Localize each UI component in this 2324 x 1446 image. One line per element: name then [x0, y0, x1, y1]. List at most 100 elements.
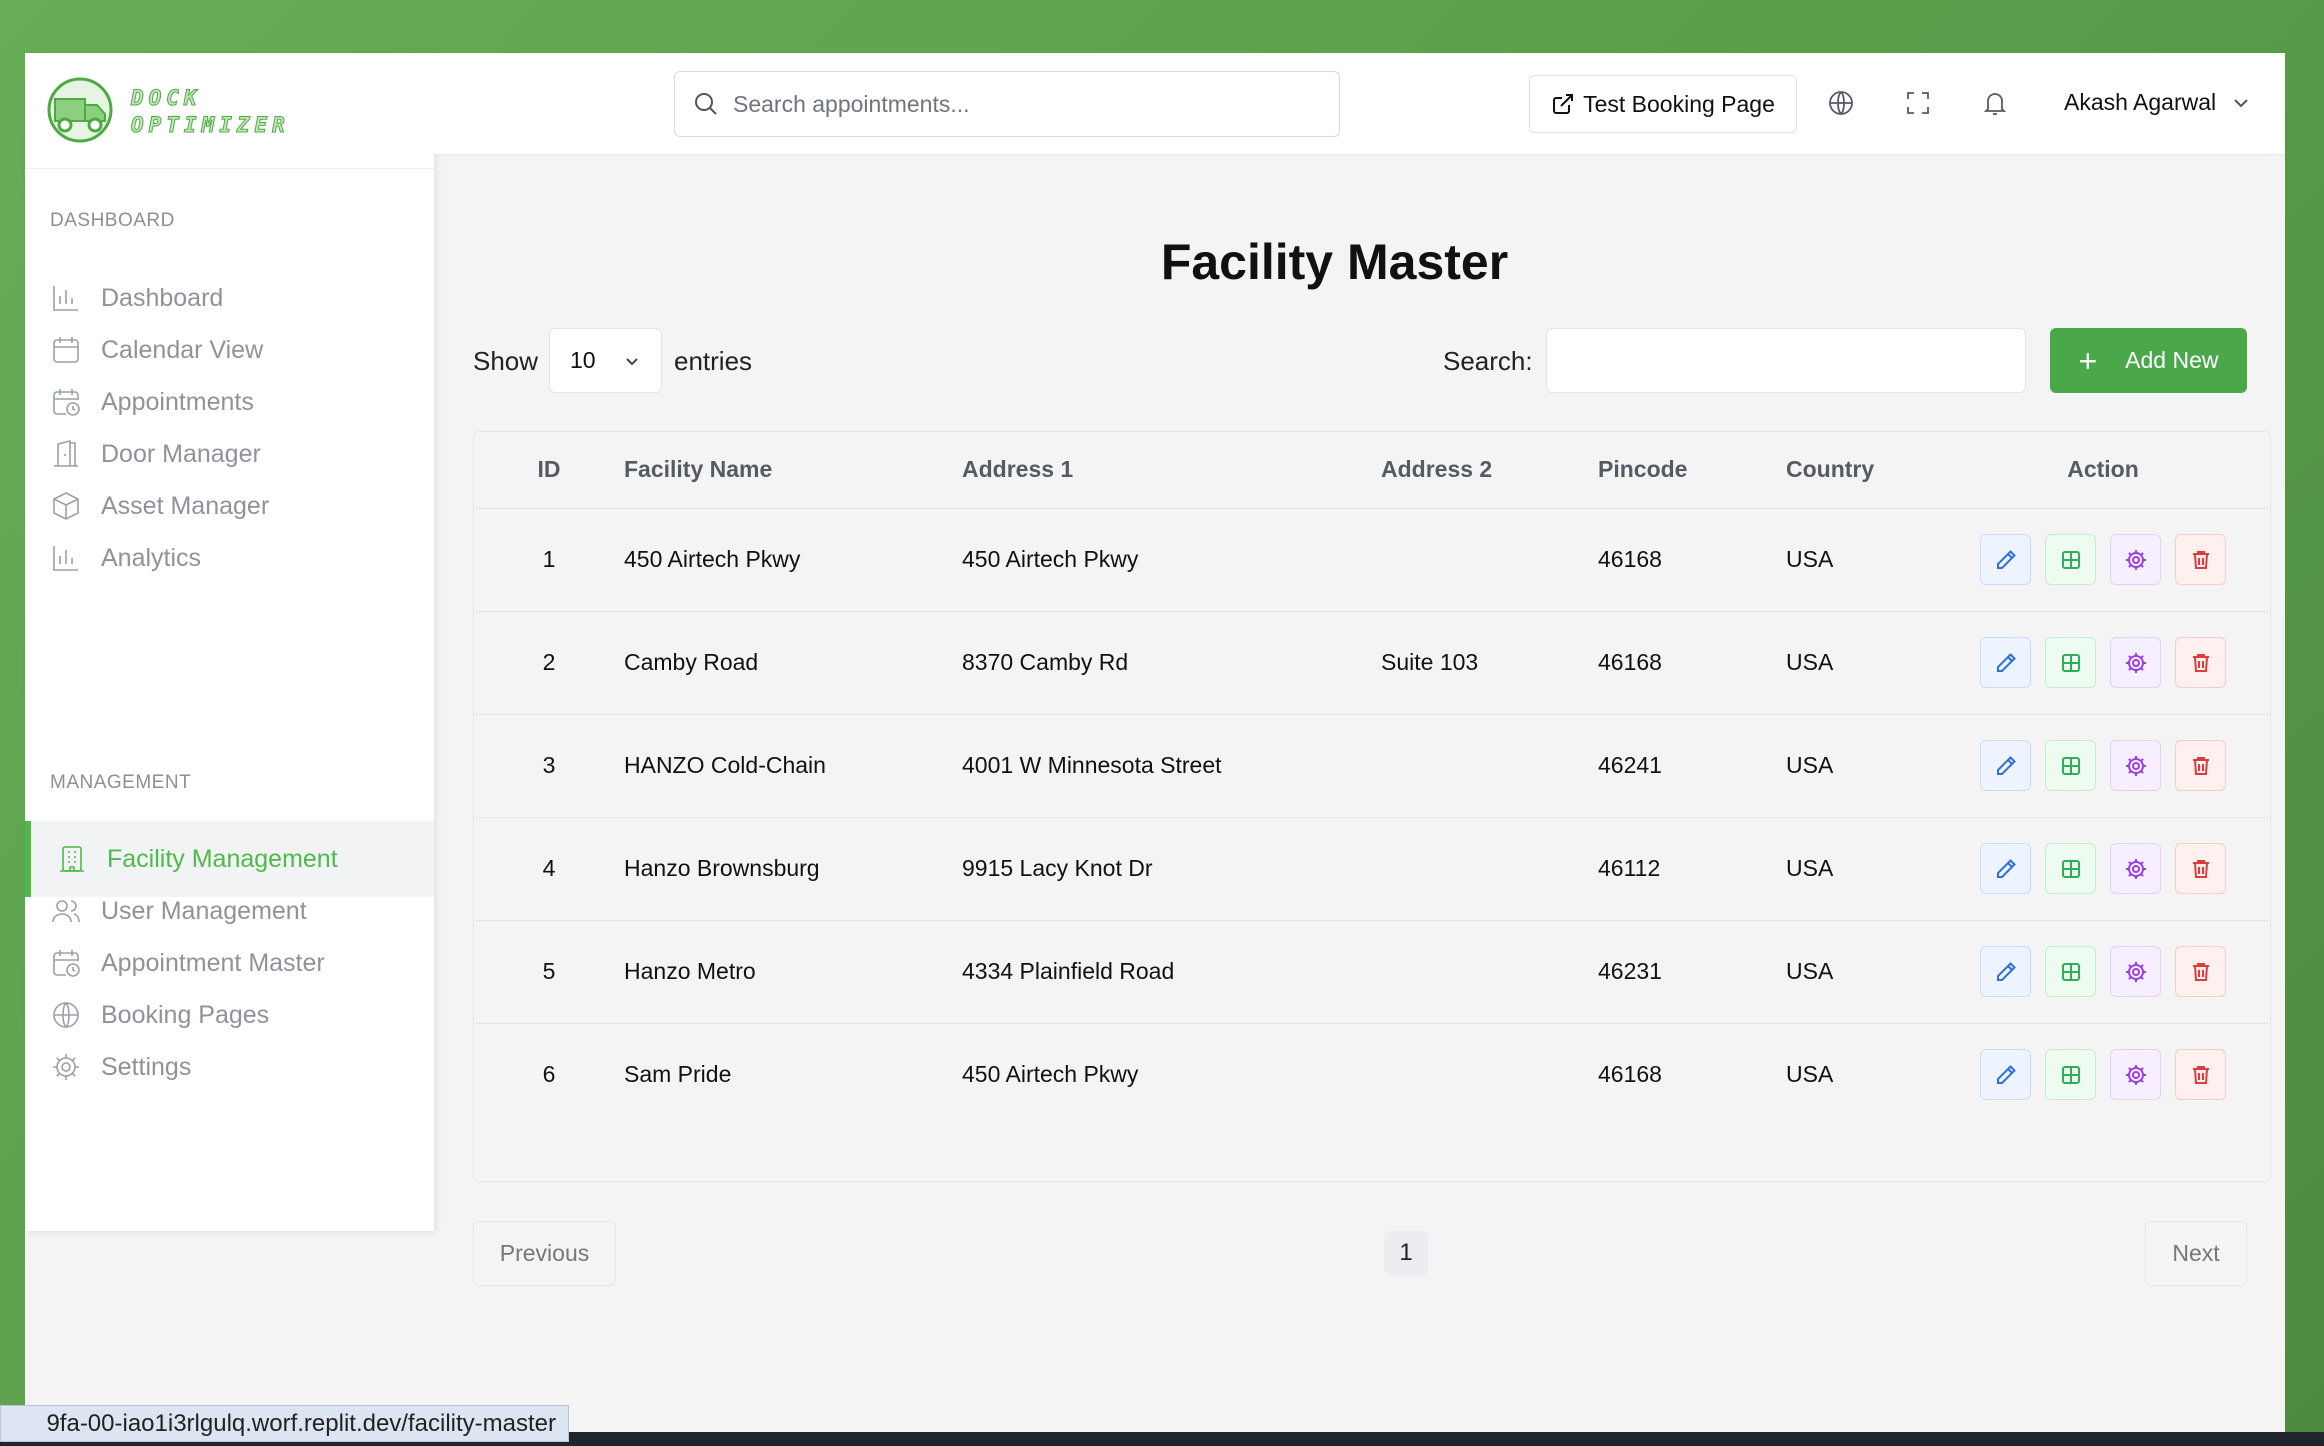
cell-country: USA [1786, 508, 1936, 612]
cell-actions [1936, 817, 2270, 921]
sidebar-item-label: Facility Management [107, 844, 338, 873]
settings-button[interactable] [2110, 637, 2161, 688]
settings-button[interactable] [2110, 843, 2161, 894]
cell-address-2: Suite 103 [1381, 611, 1598, 715]
cell-pincode: 46168 [1598, 611, 1786, 715]
delete-button[interactable] [2175, 637, 2226, 688]
table-search-label: Search: [1443, 346, 1533, 376]
layout-button[interactable] [2045, 1049, 2096, 1101]
table-search-input[interactable] [1546, 328, 2026, 393]
delete-button[interactable] [2175, 1049, 2226, 1101]
topbar: Search appointments... Test Booking Page… [434, 53, 2285, 155]
sidebar-item-label: Door Manager [101, 439, 261, 468]
edit-button[interactable] [1980, 637, 2031, 688]
bell-icon[interactable] [1979, 87, 2011, 119]
edit-button[interactable] [1980, 740, 2031, 791]
cell-facility-name: Hanzo Metro [624, 920, 962, 1024]
cell-address-2 [1381, 1023, 1598, 1126]
edit-button[interactable] [1980, 843, 2031, 894]
cell-id: 2 [474, 611, 624, 715]
section-dashboard: DASHBOARD [50, 210, 175, 231]
grid-icon [2059, 1063, 2083, 1087]
cell-actions [1936, 508, 2270, 612]
cell-address-1: 450 Airtech Pkwy [962, 508, 1381, 612]
page-number-button[interactable]: 1 [1384, 1231, 1428, 1275]
settings-button[interactable] [2110, 1049, 2161, 1101]
edit-button[interactable] [1980, 1049, 2031, 1101]
search-icon [695, 93, 717, 115]
cell-pincode: 46168 [1598, 1061, 1662, 1088]
settings-button[interactable] [2110, 946, 2161, 997]
globe-icon[interactable] [1825, 87, 1857, 119]
cell-facility-name: 450 Airtech Pkwy [624, 508, 962, 612]
sidebar-item-label: Calendar View [101, 335, 264, 364]
header-action: Action [1936, 432, 2270, 509]
status-url: 9fa-00-iao1i3rlgulq.worf.replit.dev/faci… [0, 1405, 569, 1442]
gear-icon [2124, 857, 2148, 881]
layout-button[interactable] [2045, 843, 2096, 894]
cell-pincode: 46112 [1598, 817, 1786, 921]
gear-icon [2124, 1063, 2148, 1087]
delete-button[interactable] [2175, 946, 2226, 997]
bar-chart-icon [50, 542, 82, 574]
edit-button[interactable] [1980, 946, 2031, 997]
test-booking-page-button[interactable]: Test Booking Page [1529, 75, 1797, 133]
cell-address-2 [1381, 920, 1598, 1024]
sidebar-item-settings[interactable]: Settings [25, 1029, 434, 1105]
plus-icon: + [2078, 342, 2098, 379]
search-input[interactable]: Search appointments... [674, 71, 1340, 137]
logo[interactable]: DOCK OPTIMIZER [25, 53, 434, 169]
layout-button[interactable] [2045, 946, 2096, 997]
sidebar: DOCK OPTIMIZER DASHBOARD Dashboard Calen… [25, 53, 434, 1231]
previous-button[interactable]: Previous [473, 1221, 616, 1286]
layout-button[interactable] [2045, 740, 2096, 791]
truck-logo-icon [47, 77, 113, 143]
edit-icon [1994, 754, 2018, 778]
sidebar-item-analytics[interactable]: Analytics [25, 520, 434, 596]
trash-icon [2189, 1063, 2213, 1087]
grid-icon [2059, 548, 2083, 572]
cell-address-1: 9915 Lacy Knot Dr [962, 817, 1381, 921]
cell-country: USA [1786, 817, 1936, 921]
cell-id: 1 [474, 508, 624, 612]
cell-country: USA [1786, 920, 1936, 1024]
header-address-2[interactable]: Address 2 [1381, 432, 1598, 509]
add-new-label: Add New [2125, 347, 2219, 373]
entries-select[interactable]: 10 [549, 328, 662, 393]
table-row: 4 Hanzo Brownsburg 9915 Lacy Knot Dr 46112 U… [474, 817, 2270, 921]
delete-button[interactable] [2175, 534, 2226, 585]
header-pincode[interactable]: Pincode [1598, 432, 1786, 509]
delete-button[interactable] [2175, 843, 2226, 894]
cell-address-2 [1381, 817, 1598, 921]
table-row: 5 Hanzo Metro 4334 Plainfield Road 46231 USA [474, 920, 2270, 1024]
fullscreen-icon[interactable] [1902, 87, 1934, 119]
brand-name: DOCK OPTIMIZER [131, 86, 290, 138]
entries-value: 10 [570, 347, 596, 373]
gear-icon [2124, 548, 2148, 572]
header-id[interactable]: ID [474, 432, 624, 509]
next-button[interactable]: Next [2145, 1221, 2247, 1286]
layout-button[interactable] [2045, 534, 2096, 585]
layout-button[interactable] [2045, 637, 2096, 688]
cell-address-1: 8370 Camby Rd [962, 611, 1381, 715]
box-icon [50, 490, 82, 522]
sidebar-item-label: Appointment Master [101, 948, 325, 977]
add-new-button[interactable]: + Add New [2050, 328, 2247, 393]
edit-icon [1994, 1063, 2018, 1087]
settings-button[interactable] [2110, 740, 2161, 791]
cell-actions [1936, 714, 2270, 818]
sidebar-item-label: User Management [101, 896, 307, 925]
sidebar-item-label: Asset Manager [101, 491, 270, 520]
sidebar-item-label: Settings [101, 1052, 192, 1081]
edit-icon [1994, 857, 2018, 881]
facility-table: ID Facility Name Address 1 Address 2 Pin… [473, 431, 2271, 1182]
user-menu[interactable]: Akash Agarwal [2064, 89, 2252, 116]
header-address-1[interactable]: Address 1 [962, 432, 1381, 509]
settings-button[interactable] [2110, 534, 2161, 585]
edit-button[interactable] [1980, 534, 2031, 585]
cell-address-1: 4001 W Minnesota Street [962, 714, 1381, 818]
header-facility-name[interactable]: Facility Name [624, 432, 962, 509]
edit-icon [1994, 960, 2018, 984]
delete-button[interactable] [2175, 740, 2226, 791]
header-country[interactable]: Country [1786, 432, 1936, 509]
